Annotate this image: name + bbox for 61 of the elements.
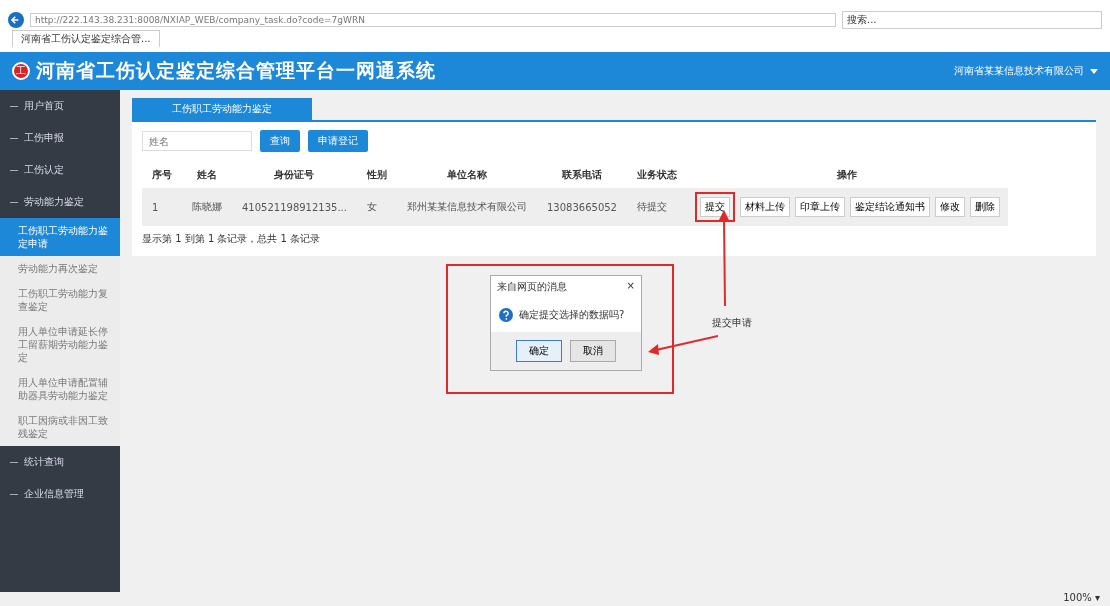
dash-icon <box>10 137 18 139</box>
dialog-button[interactable]: 取消 <box>570 340 616 362</box>
sidebar-item[interactable]: 工伤申报 <box>24 132 64 143</box>
column-header: 业务状态 <box>627 162 687 188</box>
action-button[interactable]: 修改 <box>935 197 965 217</box>
column-header: 操作 <box>687 162 1008 188</box>
back-icon[interactable] <box>8 12 24 28</box>
action-button[interactable]: 印章上传 <box>795 197 845 217</box>
dash-icon <box>10 493 18 495</box>
dash-icon <box>10 105 18 107</box>
annotation-arrow <box>648 334 718 356</box>
action-button[interactable]: 提交 <box>700 197 730 217</box>
dash-icon <box>10 461 18 463</box>
column-header: 序号 <box>142 162 182 188</box>
zoom-level[interactable]: 100% ▾ <box>1063 592 1100 603</box>
column-header: 姓名 <box>182 162 232 188</box>
annotation-label: 提交申请 <box>712 316 752 330</box>
action-button[interactable]: 材料上传 <box>740 197 790 217</box>
content-tab[interactable]: 工伤职工劳动能力鉴定 <box>132 98 312 120</box>
table-cell: 女 <box>357 188 397 226</box>
table-cell: 410521198912135... <box>232 188 357 226</box>
toolbar-button[interactable]: 查询 <box>260 130 300 152</box>
dash-icon <box>10 169 18 171</box>
dialog-button[interactable]: 确定 <box>516 340 562 362</box>
sidebar-subitem[interactable]: 用人单位申请延长停工留薪期劳动能力鉴定 <box>0 319 120 370</box>
dialog-message: 确定提交选择的数据吗? <box>519 308 625 322</box>
sidebar-subitem[interactable]: 职工因病或非因工致残鉴定 <box>0 408 120 446</box>
pagination-text: 显示第 1 到第 1 条记录，总共 1 条记录 <box>142 232 322 246</box>
table-cell: 13083665052 <box>537 188 627 226</box>
question-icon <box>499 308 513 322</box>
close-button[interactable]: × <box>626 280 635 294</box>
dash-icon <box>10 201 18 203</box>
sidebar-item[interactable]: 用户首页 <box>24 100 64 111</box>
user-menu[interactable]: 河南省某某信息技术有限公司 <box>954 64 1084 78</box>
sidebar-subitem[interactable]: 工伤职工劳动能力鉴定申请 <box>0 218 120 256</box>
column-header: 单位名称 <box>397 162 537 188</box>
sidebar-item[interactable]: 企业信息管理 <box>24 488 84 499</box>
browser-tab[interactable]: 河南省工伤认定鉴定综合管... <box>12 30 160 47</box>
column-header: 身份证号 <box>232 162 357 188</box>
action-button[interactable]: 删除 <box>970 197 1000 217</box>
sidebar-item[interactable]: 统计查询 <box>24 456 64 467</box>
sidebar-subitem[interactable]: 用人单位申请配置辅助器具劳动能力鉴定 <box>0 370 120 408</box>
sidebar-subitem[interactable]: 劳动能力再次鉴定 <box>0 256 120 281</box>
address-field[interactable]: http://222.143.38.231:8008/NXIAP_WEB/company_task.do?code=7gWRN <box>30 13 836 27</box>
table-cell: 1 <box>142 188 182 226</box>
action-button[interactable]: 鉴定结论通知书 <box>850 197 930 217</box>
app-title: 河南省工伤认定鉴定综合管理平台一网通系统 <box>36 58 436 83</box>
sidebar-item[interactable]: 工伤认定 <box>24 164 64 175</box>
sidebar-item[interactable]: 劳动能力鉴定 <box>24 196 84 207</box>
table-cell: 待提交 <box>627 188 687 226</box>
dialog-title: 来自网页的消息 <box>497 280 567 294</box>
search-field[interactable]: 姓名 <box>142 131 252 151</box>
table-cell: 陈晓娜 <box>182 188 232 226</box>
toolbar-button[interactable]: 申请登记 <box>308 130 368 152</box>
caret-icon <box>1090 68 1098 74</box>
sidebar-subitem[interactable]: 工伤职工劳动能力复查鉴定 <box>0 281 120 319</box>
table-cell: 郑州某某信息技术有限公司 <box>397 188 537 226</box>
column-header: 性别 <box>357 162 397 188</box>
logo-icon: 工 <box>12 62 30 80</box>
column-header: 联系电话 <box>537 162 627 188</box>
browser-search-field[interactable]: 搜索... <box>842 11 1102 29</box>
